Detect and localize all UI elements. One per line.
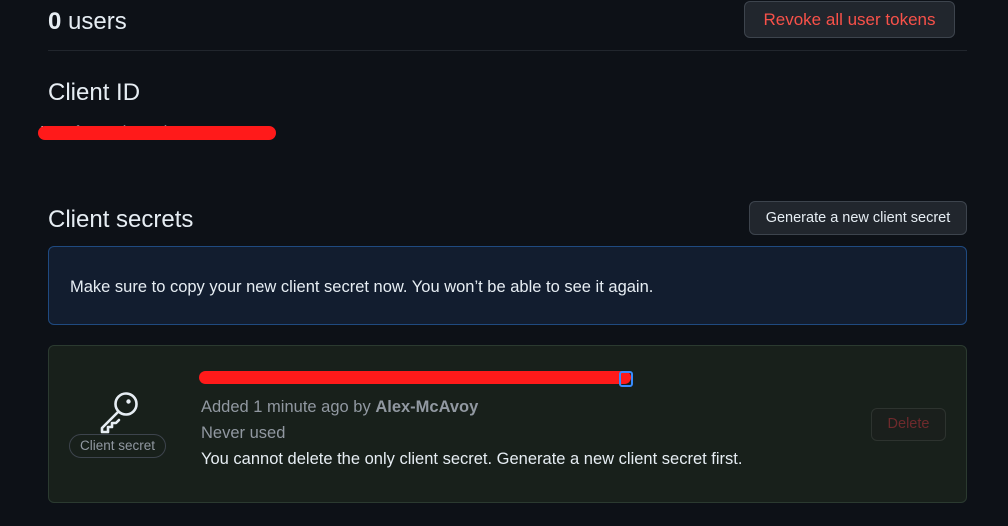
copy-icon[interactable]: [619, 371, 633, 387]
users-row: 0 users Revoke all user tokens: [48, 0, 967, 51]
secret-usage: Never used: [201, 424, 286, 442]
secret-delete-warning: You cannot delete the only client secret…: [201, 450, 743, 468]
copy-secret-notice: Make sure to copy your new client secret…: [48, 246, 967, 325]
client-secret-label: Client secret: [69, 434, 167, 458]
app-settings-page: 0 users Revoke all user tokens Client ID…: [0, 0, 1008, 526]
copy-secret-notice-text: Make sure to copy your new client secret…: [70, 278, 654, 296]
delete-secret-button: Delete: [871, 408, 946, 441]
client-secret-item: Client secret 8e7d2c1b0a9f8e7d6c5b4a3f2e…: [48, 345, 967, 503]
secret-added-by-user[interactable]: Alex-McAvoy: [375, 398, 478, 416]
client-secrets-title: Client secrets: [48, 206, 194, 233]
key-icon: [100, 392, 138, 434]
revoke-all-tokens-button[interactable]: Revoke all user tokens: [744, 1, 955, 38]
client-secret-redaction: [199, 371, 631, 384]
secret-added-info: Added 1 minute ago by Alex-McAvoy: [201, 396, 478, 418]
users-count-label: users: [68, 8, 127, 35]
client-id-redaction: [38, 126, 276, 140]
secret-added-prefix: Added 1 minute ago by: [201, 398, 371, 416]
users-count-number: 0: [48, 8, 62, 35]
generate-client-secret-button[interactable]: Generate a new client secret: [749, 201, 967, 235]
client-id-title: Client ID: [48, 79, 141, 106]
users-count: 0 users: [48, 8, 127, 36]
